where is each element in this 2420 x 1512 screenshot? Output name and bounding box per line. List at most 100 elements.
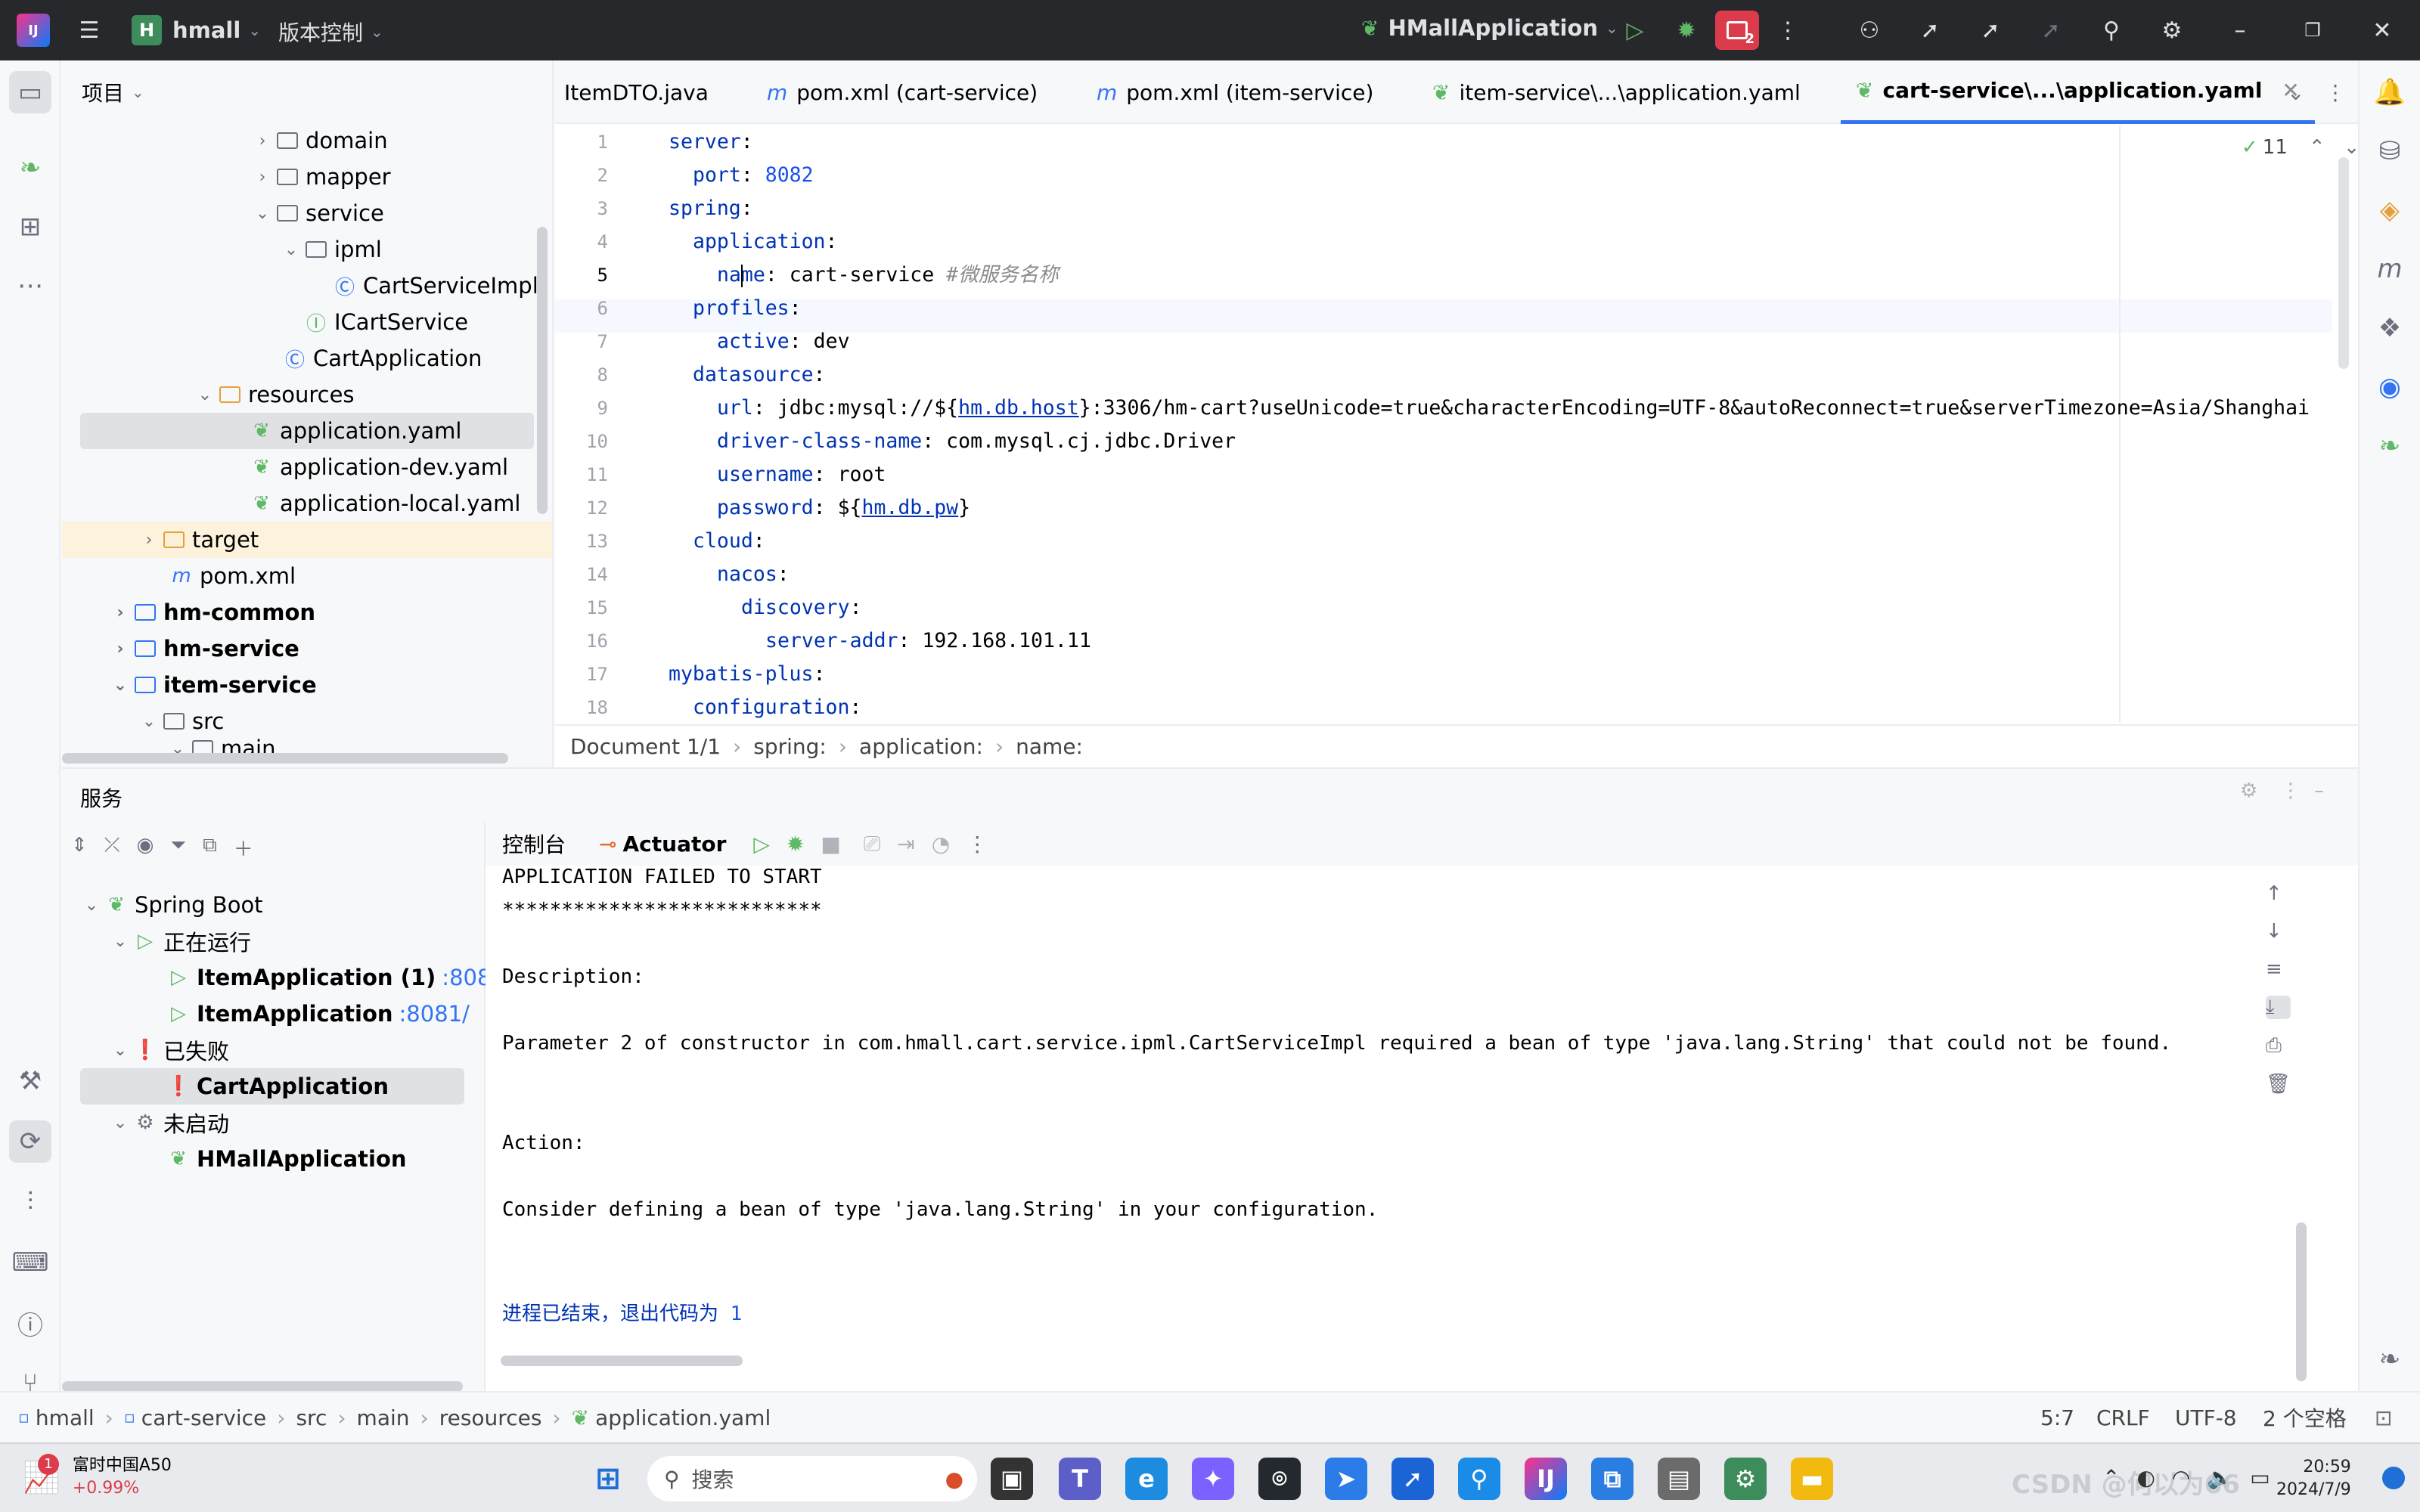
more-options-icon[interactable]: ⋮ bbox=[1771, 14, 1804, 47]
windows-start-icon[interactable]: ⊞ bbox=[587, 1458, 629, 1500]
port-link[interactable]: :8081/ bbox=[399, 1001, 470, 1027]
tree-item-service[interactable]: ⌄ service bbox=[251, 195, 384, 231]
problems-icon[interactable]: ⓘ bbox=[9, 1302, 51, 1344]
tab-actuator[interactable]: Actuator bbox=[622, 832, 726, 857]
tab-more-icon[interactable]: ⋮ bbox=[2325, 60, 2346, 124]
minimize-icon[interactable]: – bbox=[2223, 14, 2257, 47]
tab-cart-service-application-yaml[interactable]: ❦ cart-service\...\application.yaml ✕ bbox=[1841, 60, 2315, 124]
vcs-widget[interactable]: 版本控制 ⌄ bbox=[278, 17, 383, 47]
stop-icon[interactable]: ■ bbox=[821, 832, 840, 857]
lock-icon[interactable]: ⊡ bbox=[2375, 1405, 2392, 1430]
status-path-resources[interactable]: resources bbox=[439, 1405, 542, 1430]
console-output[interactable]: APPLICATION FAILED TO START ************… bbox=[486, 866, 2301, 1372]
intellij-logo-icon[interactable]: IJ bbox=[17, 14, 50, 47]
maven-icon[interactable]: m bbox=[2369, 248, 2411, 290]
show-icon[interactable]: ◉ bbox=[137, 834, 154, 862]
line-separator[interactable]: CRLF bbox=[2096, 1405, 2150, 1430]
rerun-icon[interactable]: ▷ bbox=[753, 832, 770, 857]
tree-item-hm-common[interactable]: › hm-common bbox=[109, 594, 315, 631]
tree-item-icartservice[interactable]: Ⓘ ICartService bbox=[302, 304, 468, 340]
status-path-hmall[interactable]: hmall bbox=[36, 1405, 95, 1430]
run-icon[interactable]: ▷ bbox=[1618, 14, 1652, 47]
notification-icon[interactable] bbox=[2382, 1467, 2405, 1489]
export-icon[interactable]: ⇥ bbox=[897, 832, 914, 857]
breadcrumb-spring[interactable]: spring: bbox=[753, 734, 827, 759]
tree-item-not-started-group[interactable]: ⌄ ⚙ 未启动 bbox=[109, 1105, 229, 1141]
debug-icon[interactable]: ✹ bbox=[786, 832, 804, 857]
status-path-src[interactable]: src bbox=[296, 1405, 327, 1430]
database-icon[interactable]: ⛁ bbox=[2369, 130, 2411, 172]
breadcrumb-document[interactable]: Document 1/1 bbox=[570, 734, 721, 759]
breadcrumb-name[interactable]: name: bbox=[1016, 734, 1083, 759]
app-arrow-icon[interactable]: ➚ bbox=[1392, 1458, 1434, 1500]
copilot-icon[interactable]: ✦ bbox=[1192, 1458, 1234, 1500]
stop-all-button[interactable]: 2 bbox=[1715, 11, 1759, 50]
tree-item-hm-service[interactable]: › hm-service bbox=[109, 631, 299, 667]
jrebel-setup-icon[interactable]: ❧ bbox=[2369, 425, 2411, 467]
file-encoding[interactable]: UTF-8 bbox=[2175, 1405, 2237, 1430]
tab-list-dropdown-icon[interactable]: ⌄ bbox=[2287, 60, 2304, 124]
vm-app-icon[interactable]: ▤ bbox=[1658, 1458, 1700, 1500]
feishu-icon[interactable]: ➤ bbox=[1325, 1458, 1367, 1500]
tree-item-cartserviceimpl[interactable]: Ⓒ CartServiceImpl bbox=[331, 268, 538, 304]
tree-item-application-yaml[interactable]: ❦ application.yaml bbox=[80, 413, 534, 449]
wifi-icon[interactable]: ◠ bbox=[2172, 1465, 2190, 1490]
scroll-up-icon[interactable]: ↑ bbox=[2266, 882, 2291, 905]
globe-icon[interactable]: ◉ bbox=[2369, 366, 2411, 408]
collapse-all-icon[interactable]: ⤫ bbox=[104, 834, 120, 862]
structure-icon[interactable]: ⊞ bbox=[9, 206, 51, 248]
project-widget[interactable]: H hmall ⌄ bbox=[132, 15, 261, 45]
status-path-main[interactable]: main bbox=[357, 1405, 410, 1430]
settings-icon[interactable]: ⚙ bbox=[2240, 779, 2257, 802]
tree-item-item-service[interactable]: ⌄ item-service bbox=[109, 667, 317, 703]
app-tray-icon[interactable]: ◐ bbox=[2136, 1465, 2155, 1490]
more-options-icon[interactable]: ⋮ bbox=[966, 832, 988, 857]
tree-item-cartapplication[interactable]: Ⓒ CartApplication bbox=[281, 340, 482, 376]
horizontal-scrollbar[interactable] bbox=[501, 1356, 743, 1366]
scroll-to-end-icon[interactable]: ⤓ bbox=[2266, 996, 2291, 1019]
project-panel-header[interactable]: 项目 ⌄ bbox=[62, 60, 552, 124]
tree-item-resources[interactable]: ⌄ resources bbox=[194, 376, 355, 413]
tree-item-running-group[interactable]: ⌄ ▷ 正在运行 bbox=[109, 923, 251, 959]
jrebel-icon[interactable]: ❧ bbox=[9, 147, 51, 189]
search-app-icon[interactable]: ⚲ bbox=[1458, 1458, 1500, 1500]
rocket-icon[interactable]: ➚ bbox=[1913, 14, 1947, 47]
soft-wrap-icon[interactable]: ≡ bbox=[2266, 958, 2291, 981]
tab-item-service-application-yaml[interactable]: ❦ item-service\...\application.yaml bbox=[1432, 60, 1801, 124]
file-explorer-icon[interactable]: ▬ bbox=[1791, 1458, 1833, 1500]
notifications-bell-icon[interactable]: 🔔 bbox=[2369, 71, 2411, 113]
status-path-file[interactable]: application.yaml bbox=[595, 1405, 771, 1430]
search-icon[interactable]: ⚲ bbox=[2095, 14, 2128, 47]
new-tab-icon[interactable]: ⧉ bbox=[203, 834, 217, 862]
caret-position[interactable]: 5:7 bbox=[2040, 1405, 2074, 1430]
tab-itemdto-java[interactable]: ItemDTO.java bbox=[564, 60, 709, 124]
teams-icon[interactable]: T bbox=[1059, 1458, 1101, 1500]
tree-item-domain[interactable]: › domain bbox=[251, 122, 388, 159]
remote-desktop-icon[interactable]: ⧉ bbox=[1591, 1458, 1634, 1500]
tab-pom-cart-service[interactable]: m pom.xml (cart-service) bbox=[767, 60, 1038, 124]
clock[interactable]: 20:59 2024/7/9 bbox=[2276, 1456, 2351, 1501]
screenshot-icon[interactable]: ⎚ bbox=[864, 831, 880, 857]
settings-gear-icon[interactable]: ⚙ bbox=[2155, 14, 2189, 47]
main-menu-icon[interactable]: ☰ bbox=[73, 14, 106, 47]
terminal-icon[interactable]: ⌨ bbox=[9, 1241, 51, 1284]
tree-item-pom-xml[interactable]: m pom.xml bbox=[168, 558, 296, 594]
run-debug-icon[interactable]: ⫶ bbox=[9, 1181, 51, 1223]
scroll-down-icon[interactable]: ↓ bbox=[2266, 920, 2291, 943]
indent-setting[interactable]: 2 个空格 bbox=[2263, 1402, 2347, 1433]
console-vertical-scrollbar[interactable] bbox=[2296, 1222, 2307, 1381]
vertical-scrollbar[interactable] bbox=[537, 227, 548, 514]
tree-item-failed-group[interactable]: ⌄ ❗ 已失败 bbox=[109, 1032, 229, 1068]
tree-item-hmallapplication[interactable]: ❦ HMallApplication bbox=[165, 1141, 406, 1177]
network-app-icon[interactable]: ⚙ bbox=[1724, 1458, 1767, 1500]
chevron-up-icon[interactable]: ⌃ bbox=[2102, 1465, 2120, 1490]
edge-browser-icon[interactable]: e bbox=[1125, 1458, 1168, 1500]
more-tools-icon[interactable]: ⋯ bbox=[9, 265, 51, 307]
editor-scrollbar[interactable] bbox=[2338, 157, 2349, 369]
tab-pom-item-service[interactable]: m pom.xml (item-service) bbox=[1097, 60, 1373, 124]
tree-item-ipml[interactable]: ⌄ ipml bbox=[280, 231, 382, 268]
rocket-icon-3[interactable]: ➚ bbox=[2034, 14, 2068, 47]
status-path-cart-service[interactable]: cart-service bbox=[141, 1405, 266, 1430]
tree-item-cartapplication-failed[interactable]: ❗ CartApplication bbox=[80, 1068, 464, 1105]
volume-icon[interactable]: 🔈 bbox=[2207, 1465, 2233, 1490]
